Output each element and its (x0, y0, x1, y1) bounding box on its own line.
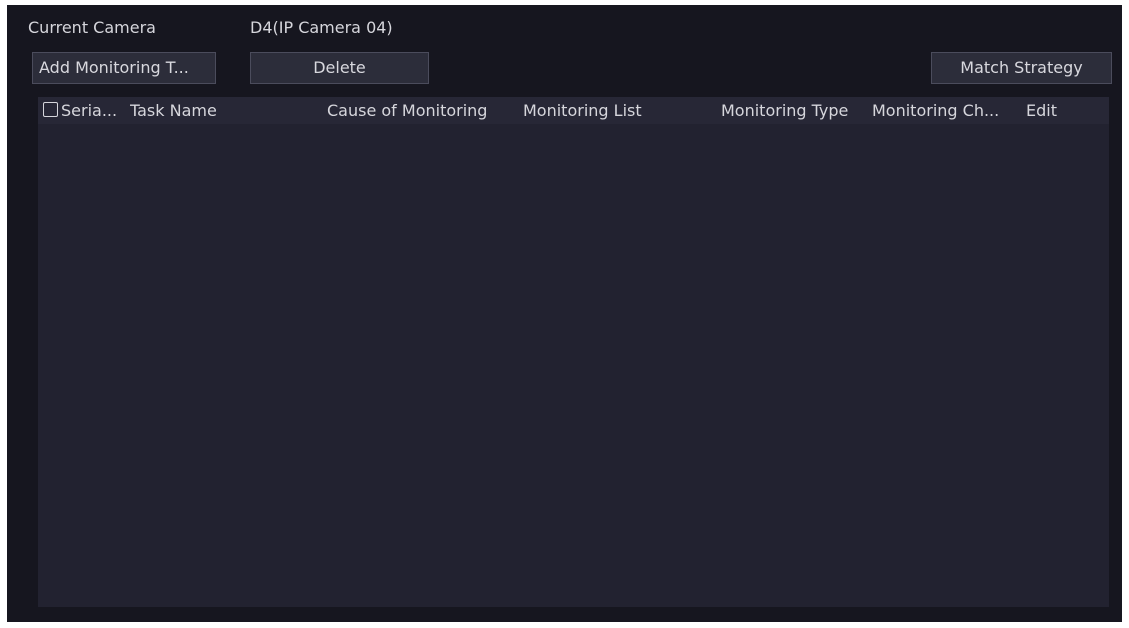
delete-button[interactable]: Delete (250, 52, 429, 84)
current-camera-label: Current Camera (28, 18, 156, 37)
column-header-monitoring-type[interactable]: Monitoring Type (721, 97, 871, 124)
table-header: Seria... Task Name Cause of Monitoring M… (38, 97, 1109, 124)
add-monitoring-task-button[interactable]: Add Monitoring T... (32, 52, 216, 84)
column-header-task-name[interactable]: Task Name (130, 97, 320, 124)
column-header-monitoring-channel[interactable]: Monitoring Ch... (872, 97, 1022, 124)
match-strategy-button[interactable]: Match Strategy (931, 52, 1112, 84)
column-header-cause-of-monitoring[interactable]: Cause of Monitoring (327, 97, 517, 124)
monitoring-task-panel: Current Camera D4(IP Camera 04) Add Moni… (7, 5, 1122, 622)
current-camera-value: D4(IP Camera 04) (250, 18, 393, 37)
monitoring-task-table: Seria... Task Name Cause of Monitoring M… (38, 97, 1109, 607)
select-all-checkbox[interactable] (43, 102, 58, 117)
column-header-monitoring-list[interactable]: Monitoring List (523, 97, 713, 124)
column-header-edit[interactable]: Edit (1026, 97, 1096, 124)
column-header-serial[interactable]: Seria... (61, 97, 127, 124)
table-body (38, 124, 1109, 607)
